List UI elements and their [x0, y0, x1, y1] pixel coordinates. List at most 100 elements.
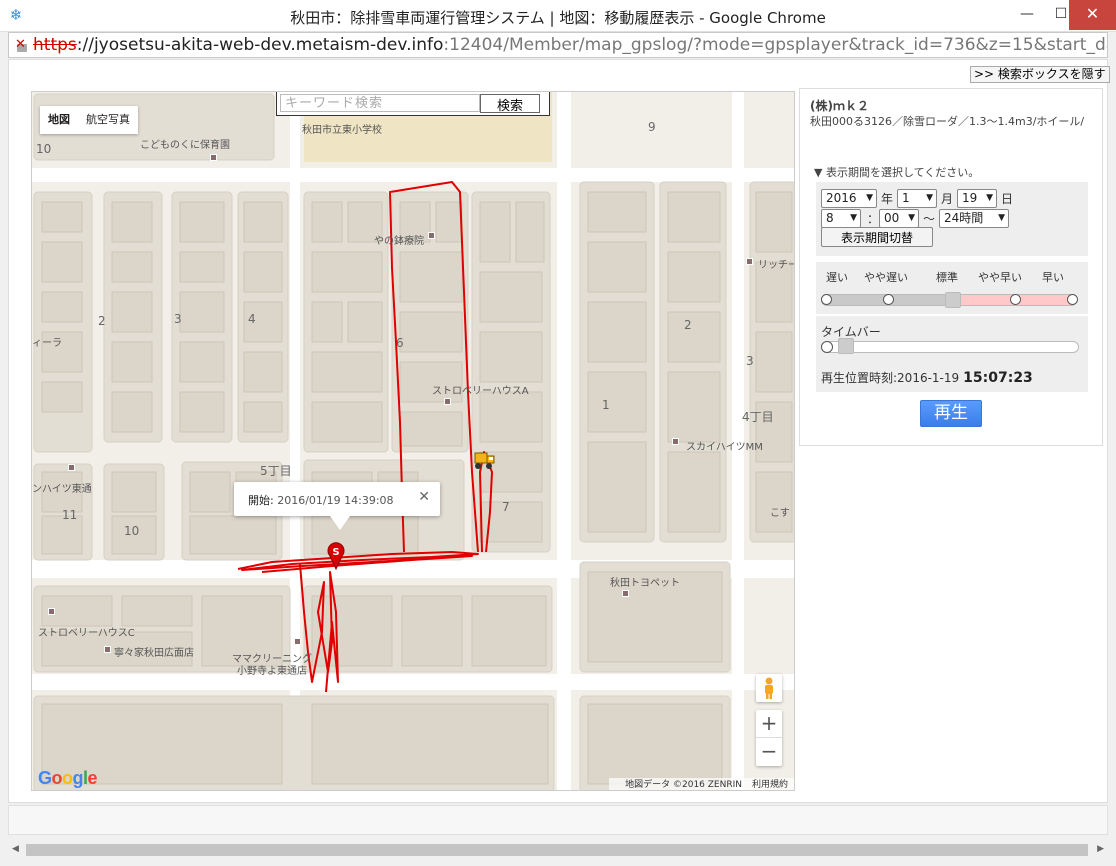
district-5-label: 5丁目: [260, 464, 292, 478]
map-type-tab-map[interactable]: 地図: [40, 106, 78, 134]
search-button[interactable]: 検索: [480, 94, 540, 114]
day-select[interactable]: 19 ▼: [957, 189, 997, 208]
hour-select[interactable]: 8 ▼: [821, 209, 861, 228]
block-number: 2: [684, 318, 692, 332]
speed-label: 早い: [1042, 271, 1064, 284]
richie-poi[interactable]: [746, 258, 753, 265]
horizontal-scrollbar[interactable]: ◀ ▶: [8, 843, 1108, 857]
speed-label: 標準: [936, 271, 958, 284]
minute-select[interactable]: 00 ▼: [879, 209, 919, 228]
map[interactable]: 秋田市立東小学校 こどものくに保育園 やの鉢療院 ストロベリーハウスA ストロベ…: [31, 91, 795, 791]
google-logo: Google: [38, 768, 98, 788]
duration-value: 24時間: [944, 211, 984, 225]
playback-date: 再生位置時刻:2016-1-19: [821, 371, 960, 385]
zoom-out-button[interactable]: −: [756, 738, 782, 766]
vira-label: ィーラ: [32, 338, 62, 349]
url-host: ://jyosetsu-akita-web-dev.metaism-dev.in…: [76, 35, 444, 55]
start-marker-icon[interactable]: S: [326, 542, 346, 570]
close-window-button[interactable]: ✕: [1069, 0, 1116, 30]
school-label: 秋田市立東小学校: [302, 125, 382, 136]
start-marker-letter: S: [332, 547, 339, 558]
clinic-label: やの鉢療院: [374, 236, 424, 247]
akita-toyopet-poi[interactable]: [622, 590, 629, 597]
kosu-label: こす: [770, 508, 790, 519]
heights-east-poi[interactable]: [68, 464, 75, 471]
timebar-track[interactable]: [821, 341, 1079, 353]
speed-stop-dot[interactable]: [821, 294, 832, 305]
start-time: 2016/01/19 14:39:08: [277, 494, 394, 507]
period-title: ▼ 表示期間を選択してください。: [814, 166, 980, 179]
strawberry-a-poi[interactable]: [444, 398, 451, 405]
scroll-thumb[interactable]: [26, 844, 1088, 856]
close-icon[interactable]: ✕: [418, 489, 430, 505]
district-4-label: 4丁目: [742, 410, 774, 424]
start-info-window: 開始: 2016/01/19 14:39:08 ✕: [234, 482, 440, 530]
speed-stop-dot[interactable]: [1067, 294, 1078, 305]
playback-speed-control: 遅い やや遅い 標準 やや早い 早い: [816, 262, 1088, 314]
keyword-search-input[interactable]: [280, 94, 480, 112]
month-select[interactable]: 1 ▼: [897, 189, 937, 208]
zoom-in-button[interactable]: +: [756, 710, 782, 738]
speed-stop-dot[interactable]: [883, 294, 894, 305]
timebar-start-dot[interactable]: [821, 341, 833, 353]
clinic-poi[interactable]: [428, 232, 435, 239]
speed-slider-handle[interactable]: [945, 292, 961, 308]
vehicle-name: (株)ｍｋ２: [810, 99, 869, 113]
block-number: 3: [746, 354, 754, 368]
block-number: 9: [648, 120, 656, 134]
heights-east-label: ンハイツ東通: [32, 484, 92, 495]
street-view-pegman-icon[interactable]: [756, 674, 782, 702]
toggle-search-box-button[interactable]: >> 検索ボックスを隠す: [970, 66, 1110, 83]
minute-value: 00: [884, 211, 900, 225]
period-selector: 2016 ▼ 年 1 ▼ 月 19 ▼ 日 8 ▼ ： 00 ▼ 〜 24時間 ▼ 表示期間…: [816, 182, 1088, 256]
speed-label: やや遅い: [864, 271, 908, 284]
block-number: 4: [248, 312, 256, 326]
map-base: [32, 92, 794, 790]
map-type-tab-satellite[interactable]: 航空写真: [78, 106, 138, 134]
scroll-right-icon[interactable]: ▶: [1097, 844, 1104, 854]
year-value: 2016: [826, 191, 857, 205]
zoom-control: + −: [756, 710, 782, 766]
play-button[interactable]: 再生: [920, 400, 982, 427]
minimize-button[interactable]: —: [1010, 0, 1044, 30]
hiroomote-poi[interactable]: [104, 646, 111, 653]
nursery-label: こどものくに保育園: [140, 140, 230, 151]
year-unit: 年: [881, 192, 894, 206]
url-text[interactable]: https://jyosetsu-akita-web-dev.metaism-d…: [33, 35, 1107, 55]
strawberry-a-label: ストロベリーハウスA: [432, 386, 529, 397]
vehicle-truck-icon[interactable]: [472, 451, 496, 471]
map-data-credit: 地図データ ©2016 ZENRIN: [625, 780, 742, 790]
speed-stop-dot[interactable]: [1010, 294, 1021, 305]
block-number: 10: [36, 142, 52, 156]
control-panel: (株)ｍｋ２ 秋田000る3126／除雪ローダ／1.3〜1.4m3/ホイール/ …: [799, 88, 1103, 446]
month-unit: 月: [941, 192, 954, 206]
cleaning-poi[interactable]: [294, 638, 301, 645]
block-number: 2: [98, 314, 106, 328]
terms-link[interactable]: 利用規約: [752, 780, 788, 790]
akita-toyopet-label: 秋田トヨペット: [610, 578, 680, 589]
skyheights-poi[interactable]: [672, 438, 679, 445]
window-title: 秋田市：除排雪車両運行管理システム | 地図：移動履歴表示 - Google C…: [290, 9, 826, 27]
timebar-slider-handle[interactable]: [838, 338, 854, 354]
nursery-poi[interactable]: [210, 154, 217, 161]
switch-period-button[interactable]: 表示期間切替: [821, 227, 933, 247]
hiroomote-label: 寧々家秋田広面店: [114, 648, 194, 659]
duration-select[interactable]: 24時間 ▼: [939, 209, 1009, 228]
day-value: 19: [962, 191, 978, 205]
day-unit: 日: [1001, 192, 1014, 206]
insecure-lock-icon[interactable]: ✕: [15, 38, 29, 53]
year-select[interactable]: 2016 ▼: [821, 189, 877, 208]
page-content: >> 検索ボックスを隠す 秋田市立東小学校 こどものくに保育園 やの鉢療院 スト…: [8, 59, 1110, 803]
month-value: 1: [902, 191, 910, 205]
hour-value: 8: [826, 211, 834, 225]
timebar-control: タイムバー 再生位置時刻:2016-1-19 15:07:23: [816, 316, 1088, 392]
url-path: :12404/Member/map_gpslog/?mode=gpsplayer…: [443, 35, 1107, 55]
map-search-box: 検索: [276, 92, 550, 116]
playback-time: 15:07:23: [963, 370, 1033, 386]
scroll-left-icon[interactable]: ◀: [12, 844, 19, 854]
range-tilde: 〜: [923, 212, 936, 226]
strawberry-c-poi[interactable]: [48, 608, 55, 615]
start-label: 開始:: [248, 494, 274, 507]
vehicle-description: 秋田000る3126／除雪ローダ／1.3〜1.4m3/ホイール/: [810, 115, 1085, 128]
address-bar[interactable]: ✕ https://jyosetsu-akita-web-dev.metaism…: [8, 32, 1108, 58]
